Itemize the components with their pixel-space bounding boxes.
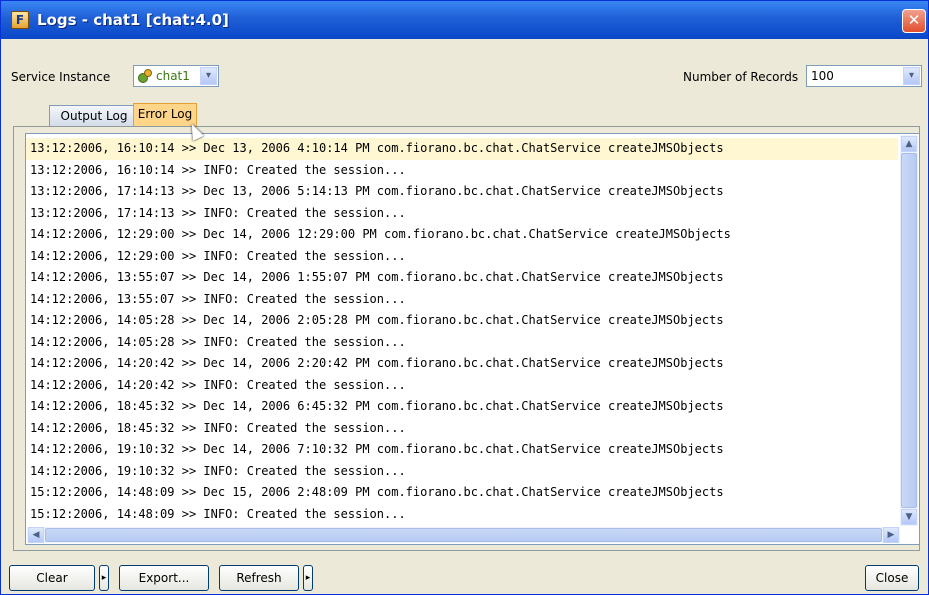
- refresh-options-button[interactable]: ▸: [303, 565, 313, 591]
- log-line: 14:12:2006, 18:45:32 >> INFO: Created th…: [30, 420, 406, 435]
- log-line: 14:12:2006, 14:20:42 >> INFO: Created th…: [30, 377, 406, 392]
- clear-options-button[interactable]: ▸: [99, 565, 109, 591]
- scroll-right-icon[interactable]: ▶: [883, 527, 899, 543]
- error-log-text-area[interactable]: 13:12:2006, 16:10:14 >> Dec 13, 2006 4:1…: [25, 133, 920, 545]
- log-line: 14:12:2006, 14:20:42 >> Dec 14, 2006 2:2…: [30, 356, 724, 370]
- log-line: 14:12:2006, 12:29:00 >> INFO: Created th…: [30, 248, 406, 263]
- log-line: 13:12:2006, 16:10:14 >> Dec 13, 2006 4:1…: [26, 138, 898, 160]
- refresh-button[interactable]: Refresh: [219, 565, 299, 591]
- chevron-down-icon[interactable]: ▾: [200, 67, 217, 85]
- app-icon: F: [11, 11, 29, 29]
- log-line: 14:12:2006, 19:10:32 >> INFO: Created th…: [30, 463, 406, 478]
- log-line: 15:12:2006, 14:48:09 >> Dec 15, 2006 2:4…: [30, 485, 724, 499]
- service-instance-label: Service Instance: [11, 70, 111, 84]
- log-line: 13:12:2006, 17:14:13 >> Dec 13, 2006 5:1…: [30, 184, 724, 198]
- log-line: 14:12:2006, 14:05:28 >> INFO: Created th…: [30, 334, 406, 349]
- chevron-down-icon[interactable]: ▾: [903, 67, 920, 85]
- log-line: 14:12:2006, 13:55:07 >> Dec 14, 2006 1:5…: [30, 270, 724, 284]
- number-of-records-label: Number of Records: [683, 70, 799, 84]
- close-window-button[interactable]: ✕: [902, 9, 926, 33]
- log-line: 14:12:2006, 13:55:07 >> INFO: Created th…: [30, 291, 406, 306]
- number-of-records-value: 100: [811, 69, 834, 83]
- log-lines: 13:12:2006, 16:10:14 >> Dec 13, 2006 4:1…: [26, 138, 898, 525]
- log-line: 13:12:2006, 16:10:14 >> INFO: Created th…: [30, 162, 406, 177]
- tab-error-log[interactable]: Error Log: [133, 103, 197, 127]
- log-line: 14:12:2006, 14:05:28 >> Dec 14, 2006 2:0…: [30, 313, 724, 327]
- log-line: 13:12:2006, 17:14:13 >> INFO: Created th…: [30, 205, 406, 220]
- vertical-scrollbar[interactable]: ▲ ▼: [900, 135, 918, 526]
- scroll-left-icon[interactable]: ◀: [28, 527, 44, 543]
- scroll-down-icon[interactable]: ▼: [901, 509, 917, 525]
- log-line: 14:12:2006, 19:10:32 >> Dec 14, 2006 7:1…: [30, 442, 724, 456]
- horizontal-scroll-thumb[interactable]: [45, 528, 882, 542]
- log-line: 14:12:2006, 18:45:32 >> Dec 14, 2006 6:4…: [30, 399, 724, 413]
- service-component-icon: [138, 69, 152, 83]
- scroll-up-icon[interactable]: ▲: [901, 136, 917, 152]
- service-instance-select[interactable]: chat1 ▾: [133, 65, 219, 87]
- clear-button[interactable]: Clear: [9, 565, 95, 591]
- window-title: Logs - chat1 [chat:4.0]: [37, 11, 229, 29]
- log-line: 14:12:2006, 12:29:00 >> Dec 14, 2006 12:…: [30, 227, 731, 241]
- log-line: 15:12:2006, 14:48:09 >> INFO: Created th…: [30, 506, 406, 521]
- number-of-records-select[interactable]: 100 ▾: [806, 65, 922, 87]
- logs-window: F Logs - chat1 [chat:4.0] ✕ Service Inst…: [0, 0, 929, 595]
- export-button[interactable]: Export...: [119, 565, 209, 591]
- vertical-scroll-thumb[interactable]: [901, 153, 917, 508]
- service-instance-value: chat1: [156, 69, 190, 83]
- close-button[interactable]: Close: [865, 565, 919, 591]
- horizontal-scrollbar[interactable]: ◀ ▶: [27, 527, 900, 543]
- tab-output-log[interactable]: Output Log: [49, 105, 139, 127]
- title-bar[interactable]: F Logs - chat1 [chat:4.0] ✕: [1, 1, 928, 39]
